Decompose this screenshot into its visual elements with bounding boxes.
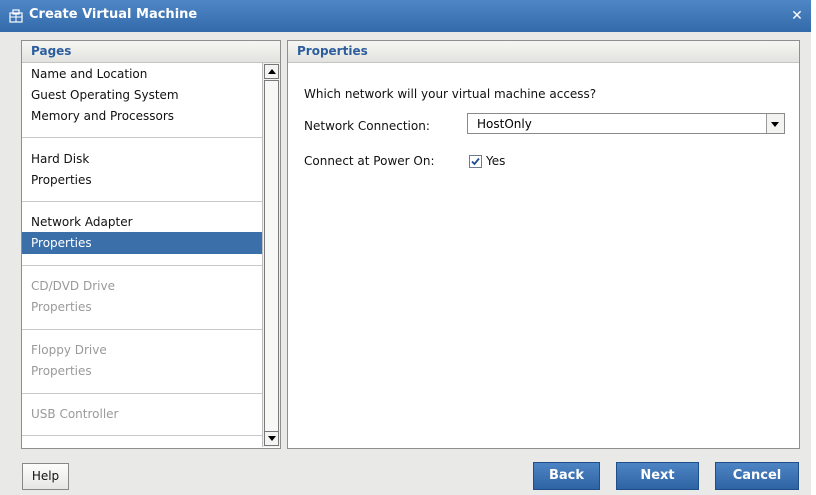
divider xyxy=(22,265,262,266)
create-vm-dialog: Create Virtual Machine ✕ Pages Name and … xyxy=(0,0,811,495)
page-item-network-adapter[interactable]: Network Adapter xyxy=(22,211,262,233)
next-button[interactable]: Next xyxy=(616,462,699,490)
pages-pane: Pages Name and Location Guest Operating … xyxy=(21,40,281,449)
properties-pane: Properties Which network will your virtu… xyxy=(287,40,800,449)
close-icon[interactable]: ✕ xyxy=(790,9,804,23)
page-item-hard-disk-properties[interactable]: Properties xyxy=(22,169,262,191)
virtual-machine-icon xyxy=(9,9,23,23)
back-button[interactable]: Back xyxy=(533,462,600,490)
connect-at-power-on-label: Connect at Power On: xyxy=(304,154,435,168)
pages-scrollbar[interactable] xyxy=(262,63,280,447)
page-item-memory-processors[interactable]: Memory and Processors xyxy=(22,105,262,127)
connect-at-power-on-checkbox[interactable] xyxy=(469,155,482,168)
scroll-down-arrow-icon[interactable] xyxy=(264,431,279,446)
page-item-cd-dvd-drive: CD/DVD Drive xyxy=(31,279,115,293)
page-item-guest-os[interactable]: Guest Operating System xyxy=(22,84,262,106)
divider xyxy=(22,435,262,436)
page-item-cd-dvd-properties: Properties xyxy=(31,300,92,314)
divider xyxy=(22,393,262,394)
divider xyxy=(22,137,262,138)
divider xyxy=(22,329,262,330)
scroll-up-arrow-icon[interactable] xyxy=(264,64,279,79)
page-item-network-properties[interactable]: Properties xyxy=(22,232,262,254)
pages-list: Name and Location Guest Operating System… xyxy=(22,63,262,448)
cancel-button[interactable]: Cancel xyxy=(715,462,799,490)
properties-header-label: Properties xyxy=(297,44,368,58)
network-connection-value: HostOnly xyxy=(477,117,532,131)
page-item-usb-controller: USB Controller xyxy=(31,407,119,421)
page-item-floppy-drive: Floppy Drive xyxy=(31,343,107,357)
title-bar: Create Virtual Machine ✕ xyxy=(0,0,811,32)
checkmark-icon xyxy=(471,157,480,166)
page-item-floppy-properties: Properties xyxy=(31,364,92,378)
window-title: Create Virtual Machine xyxy=(29,7,198,22)
network-connection-select[interactable]: HostOnly xyxy=(467,113,785,134)
page-item-hard-disk[interactable]: Hard Disk xyxy=(22,148,262,170)
help-button[interactable]: Help xyxy=(22,463,69,490)
properties-header: Properties xyxy=(288,41,799,63)
page-item-name-location[interactable]: Name and Location xyxy=(22,63,262,85)
divider xyxy=(22,201,262,202)
chevron-down-icon[interactable] xyxy=(766,114,784,133)
network-connection-label: Network Connection: xyxy=(304,119,430,133)
connect-at-power-on-yes-label: Yes xyxy=(486,154,506,168)
pages-header-label: Pages xyxy=(31,44,72,58)
scrollbar-thumb[interactable] xyxy=(264,80,279,433)
pages-header: Pages xyxy=(22,41,280,63)
network-question: Which network will your virtual machine … xyxy=(304,87,597,101)
